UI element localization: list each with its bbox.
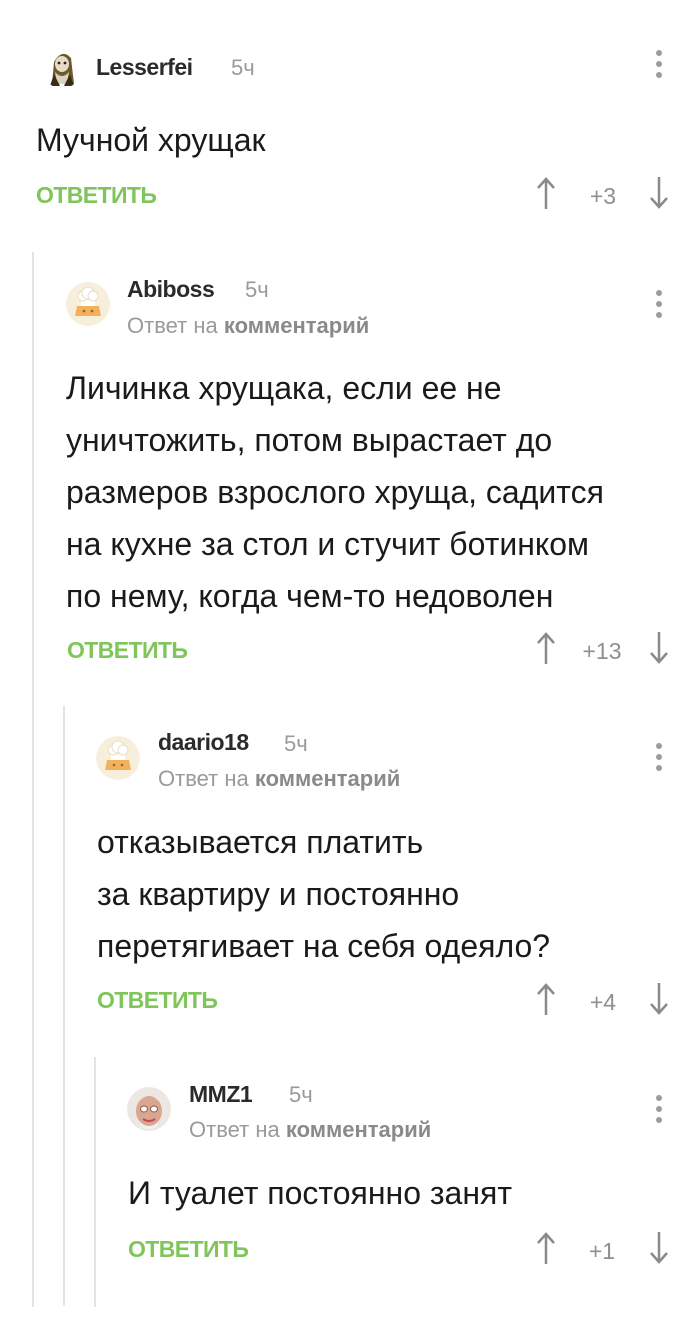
comment-text: Личинка хрущака, если ее не уничтожить, … <box>66 370 604 614</box>
reply-prefix: Ответ на <box>189 1117 280 1142</box>
downvote-icon[interactable] <box>649 1231 669 1270</box>
more-menu-icon[interactable] <box>654 290 664 326</box>
avatar[interactable] <box>127 1087 171 1131</box>
upvote-icon[interactable] <box>536 631 556 670</box>
downvote-icon[interactable] <box>649 982 669 1021</box>
thread-line-level-1 <box>32 252 34 1307</box>
elder-face-avatar-icon <box>127 1087 171 1131</box>
thread-line-level-3 <box>94 1057 96 1307</box>
downvote-icon[interactable] <box>649 176 669 215</box>
author-name[interactable]: Abiboss <box>127 276 215 303</box>
reply-info: Ответ на комментарий <box>158 766 400 792</box>
author-name[interactable]: MMZ1 <box>189 1081 253 1108</box>
reply-button[interactable]: ОТВЕТИТЬ <box>36 182 157 209</box>
reply-prefix: Ответ на <box>158 766 249 791</box>
more-menu-icon[interactable] <box>654 50 664 86</box>
comment-text: И туалет постоянно занят <box>128 1175 512 1211</box>
comment-score: +4 <box>589 989 617 1015</box>
comment-time: 5ч <box>245 277 269 302</box>
comment-text: отказывается платить за квартиру и посто… <box>97 824 551 964</box>
reply-prefix: Ответ на <box>127 313 218 338</box>
chef-avatar-icon <box>66 282 110 326</box>
avatar[interactable] <box>66 282 110 326</box>
reply-button[interactable]: ОТВЕТИТЬ <box>97 987 218 1014</box>
more-menu-icon[interactable] <box>654 1095 664 1131</box>
character-avatar-icon <box>40 44 84 88</box>
comment-time: 5ч <box>231 55 255 80</box>
upvote-icon[interactable] <box>536 982 556 1021</box>
upvote-icon[interactable] <box>536 1231 556 1270</box>
more-menu-icon[interactable] <box>654 743 664 779</box>
reply-info: Ответ на комментарий <box>127 313 369 339</box>
author-name[interactable]: Lesserfei <box>96 54 193 81</box>
author-name[interactable]: daario18 <box>158 729 249 756</box>
thread-line-level-2 <box>63 706 65 1306</box>
upvote-icon[interactable] <box>536 176 556 215</box>
comment-score: +1 <box>588 1238 616 1264</box>
reply-button[interactable]: ОТВЕТИТЬ <box>67 637 188 664</box>
avatar[interactable] <box>96 736 140 780</box>
reply-target-link[interactable]: комментарий <box>224 313 369 338</box>
reply-info: Ответ на комментарий <box>189 1117 431 1143</box>
comment-score: +13 <box>582 638 622 664</box>
downvote-icon[interactable] <box>649 631 669 670</box>
comment-time: 5ч <box>289 1082 313 1107</box>
comment-text: Мучной хрущак <box>36 122 266 158</box>
reply-target-link[interactable]: комментарий <box>255 766 400 791</box>
comment-score: +3 <box>589 183 617 209</box>
reply-target-link[interactable]: комментарий <box>286 1117 431 1142</box>
reply-button[interactable]: ОТВЕТИТЬ <box>128 1236 249 1263</box>
comment-time: 5ч <box>284 731 308 756</box>
chef-avatar-icon <box>96 736 140 780</box>
avatar[interactable] <box>40 44 84 88</box>
